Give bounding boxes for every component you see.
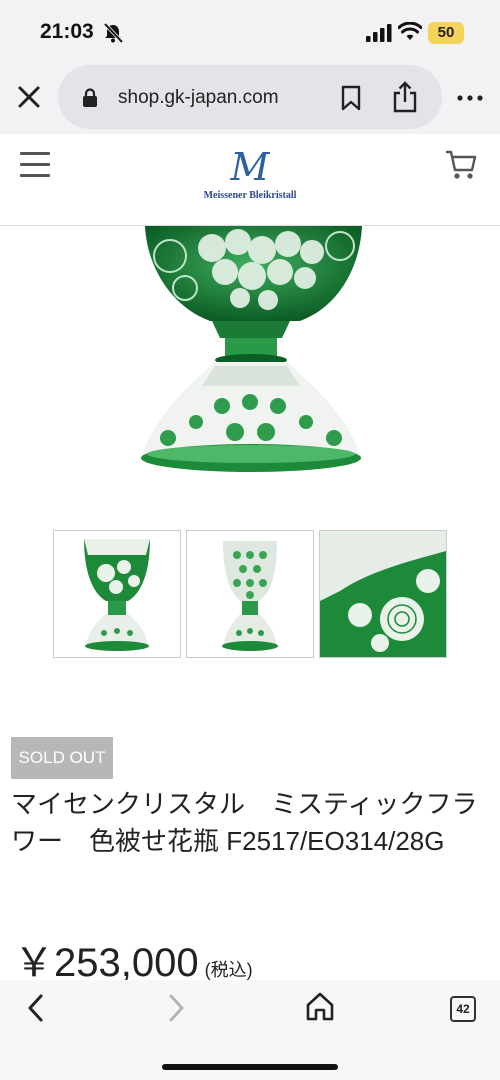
site-header: M Meissener Bleikristall (0, 134, 500, 226)
price-value: ￥253,000 (14, 941, 199, 985)
product-title: マイセンクリスタル ミスティックフラワー 色被せ花瓶 F2517/EO314/2… (11, 789, 478, 856)
sold-out-badge: SOLD OUT (11, 737, 113, 779)
lock-icon (83, 88, 97, 107)
thumbnail-strip (53, 530, 447, 658)
home-indicator (162, 1064, 338, 1070)
wifi-icon (398, 22, 422, 40)
home-icon[interactable] (305, 990, 335, 1022)
url-text: shop.gk-japan.com (118, 87, 279, 108)
battery-indicator: 50 (428, 22, 464, 44)
bookmark-icon[interactable] (340, 85, 362, 111)
hamburger-icon[interactable] (20, 152, 50, 180)
tax-note: (税込) (204, 960, 253, 980)
thumbnail-1[interactable] (53, 530, 181, 658)
status-time: 21:03 (40, 20, 94, 43)
more-icon[interactable] (456, 88, 484, 108)
product-main-image[interactable] (0, 226, 500, 516)
site-logo[interactable]: M Meissener Bleikristall (190, 146, 310, 216)
share-icon[interactable] (392, 81, 418, 113)
logo-mark: M (230, 145, 270, 189)
browser-toolbar: 42 (0, 980, 500, 1080)
bell-muted-icon (103, 22, 124, 44)
browser-url-row: shop.gk-japan.com (0, 62, 500, 134)
close-icon[interactable] (14, 82, 44, 112)
tabs-icon[interactable]: 42 (450, 996, 476, 1022)
address-bar[interactable]: shop.gk-japan.com (58, 65, 442, 129)
forward-icon[interactable] (162, 992, 190, 1024)
cart-icon[interactable] (444, 148, 478, 182)
thumbnail-3[interactable] (319, 530, 447, 658)
thumbnail-2[interactable] (186, 530, 314, 658)
back-icon[interactable] (22, 992, 50, 1024)
logo-text: Meissener Bleikristall (203, 190, 297, 201)
status-bar: 21:03 50 (0, 0, 500, 62)
signal-icon (366, 24, 392, 42)
